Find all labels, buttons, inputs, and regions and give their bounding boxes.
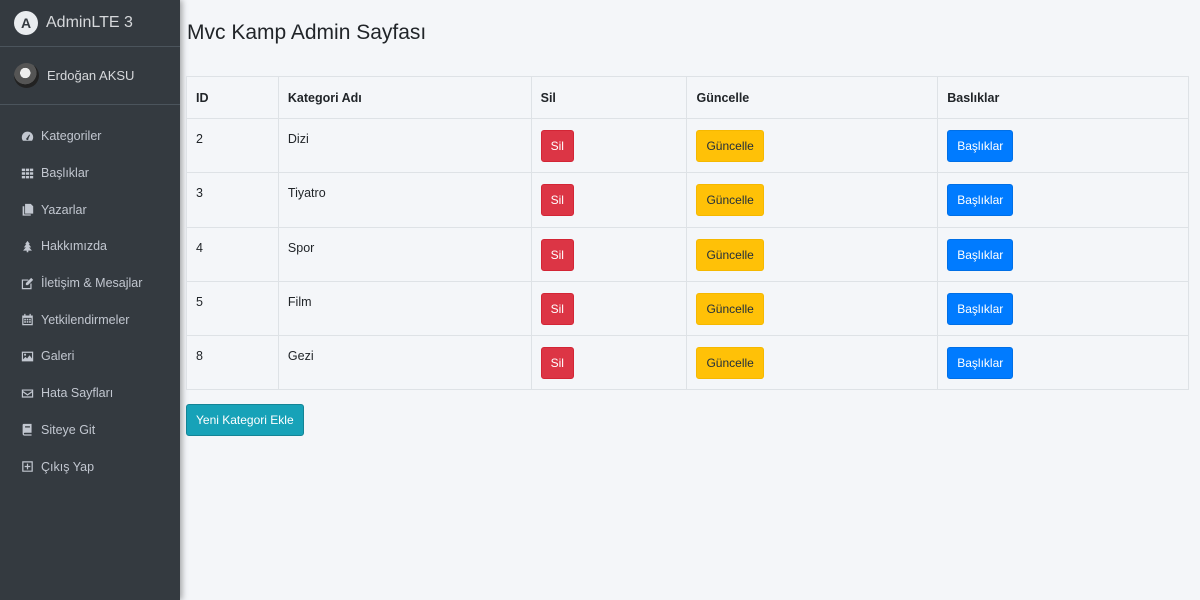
row-category-name: Spor bbox=[277, 226, 532, 282]
add-category-button[interactable]: Yeni Kategori Ekle bbox=[186, 404, 304, 436]
sidebar-item-siteye-git[interactable]: Siteye Git bbox=[0, 412, 180, 449]
sidebar-item-hata-sayflari[interactable]: Hata Sayfları bbox=[0, 375, 180, 412]
image-icon bbox=[20, 349, 34, 363]
update-button[interactable]: Güncelle bbox=[696, 238, 764, 271]
brand-link[interactable]: A AdminLTE 3 bbox=[0, 0, 180, 47]
edit-icon bbox=[20, 276, 34, 290]
tree-icon bbox=[20, 239, 34, 253]
sidebar-item-label: Hata Sayfları bbox=[41, 386, 114, 401]
update-button[interactable]: Güncelle bbox=[696, 292, 764, 325]
sidebar-item-galeri[interactable]: Galeri bbox=[0, 338, 180, 375]
column-header-update: Güncelle bbox=[686, 76, 939, 119]
sidebar-item-label: Çıkış Yap bbox=[41, 459, 95, 474]
sidebar-item-label: Yazarlar bbox=[41, 202, 87, 217]
sidebar-item-hakkimizda[interactable]: Hakkımızda bbox=[0, 228, 180, 265]
delete-button[interactable]: Sil bbox=[540, 184, 574, 217]
row-category-name: Film bbox=[277, 280, 532, 337]
calendar-icon bbox=[20, 313, 34, 327]
delete-button[interactable]: Sil bbox=[540, 130, 574, 162]
book-icon bbox=[20, 423, 34, 437]
categories-table: ID Kategori Adı Sil Güncelle Baslıklar 2… bbox=[186, 76, 1189, 391]
delete-button[interactable]: Sil bbox=[540, 292, 574, 325]
titles-button[interactable]: Başlıklar bbox=[947, 238, 1014, 271]
sidebar-item-kategoriler[interactable]: Kategoriler bbox=[0, 118, 180, 155]
row-id: 4 bbox=[186, 226, 279, 282]
delete-button[interactable]: Sil bbox=[540, 238, 574, 271]
update-button[interactable]: Güncelle bbox=[696, 347, 764, 380]
sidebar: A AdminLTE 3 Erdoğan AKSU Kategoriler Ba… bbox=[0, 0, 180, 600]
column-header-delete: Sil bbox=[530, 76, 688, 119]
row-id: 3 bbox=[186, 172, 279, 228]
envelope-icon bbox=[20, 386, 34, 400]
column-header-titles: Baslıklar bbox=[937, 76, 1189, 119]
plus-square-icon bbox=[20, 460, 34, 474]
table-row: 2 Dizi Sil Güncelle Başlıklar bbox=[186, 117, 1189, 174]
row-category-name: Tiyatro bbox=[277, 172, 532, 228]
user-panel[interactable]: Erdoğan AKSU bbox=[0, 47, 180, 105]
brand-name: AdminLTE 3 bbox=[46, 14, 133, 31]
sidebar-item-label: Siteye Git bbox=[41, 422, 96, 437]
sidebar-item-yetkilendirmeler[interactable]: Yetkilendirmeler bbox=[0, 301, 180, 338]
copy-icon bbox=[20, 203, 34, 217]
titles-button[interactable]: Başlıklar bbox=[947, 292, 1014, 325]
sidebar-item-yazarlar[interactable]: Yazarlar bbox=[0, 191, 180, 228]
column-header-id: ID bbox=[186, 76, 279, 119]
user-name[interactable]: Erdoğan AKSU bbox=[47, 68, 134, 83]
row-category-name: Gezi bbox=[277, 335, 532, 391]
table-header-row: ID Kategori Adı Sil Güncelle Baslıklar bbox=[186, 76, 1189, 119]
sidebar-item-iletisim[interactable]: İletişim & Mesajlar bbox=[0, 265, 180, 302]
sidebar-nav: Kategoriler Başlıklar Yazarlar Hakkımızd… bbox=[0, 105, 180, 485]
update-button[interactable]: Güncelle bbox=[696, 130, 764, 162]
sidebar-item-label: İletişim & Mesajlar bbox=[41, 276, 143, 291]
sidebar-item-label: Kategoriler bbox=[41, 129, 102, 144]
sidebar-item-label: Başlıklar bbox=[41, 166, 89, 181]
brand-logo: A bbox=[14, 11, 38, 35]
table-row: 5 Film Sil Güncelle Başlıklar bbox=[186, 280, 1189, 337]
row-id: 5 bbox=[186, 280, 279, 337]
table-row: 4 Spor Sil Güncelle Başlıklar bbox=[186, 226, 1189, 282]
sidebar-item-label: Hakkımızda bbox=[41, 239, 107, 254]
titles-button[interactable]: Başlıklar bbox=[947, 130, 1014, 162]
row-category-name: Dizi bbox=[277, 117, 532, 174]
grid-icon bbox=[20, 166, 34, 180]
titles-button[interactable]: Başlıklar bbox=[947, 347, 1014, 380]
page-title: Mvc Kamp Admin Sayfası bbox=[187, 21, 427, 44]
sidebar-item-label: Galeri bbox=[41, 349, 75, 364]
tachometer-icon bbox=[20, 129, 34, 143]
table-row: 8 Gezi Sil Güncelle Başlıklar bbox=[186, 335, 1189, 391]
avatar bbox=[14, 63, 39, 88]
table-row: 3 Tiyatro Sil Güncelle Başlıklar bbox=[186, 172, 1189, 228]
update-button[interactable]: Güncelle bbox=[696, 184, 764, 217]
column-header-name: Kategori Adı bbox=[277, 76, 532, 119]
row-id: 2 bbox=[186, 117, 279, 174]
sidebar-item-label: Yetkilendirmeler bbox=[41, 312, 130, 327]
row-id: 8 bbox=[186, 335, 279, 391]
sidebar-item-cikis-yap[interactable]: Çıkış Yap bbox=[0, 448, 180, 485]
sidebar-item-basliklar[interactable]: Başlıklar bbox=[0, 155, 180, 192]
titles-button[interactable]: Başlıklar bbox=[947, 184, 1014, 217]
delete-button[interactable]: Sil bbox=[540, 347, 574, 380]
